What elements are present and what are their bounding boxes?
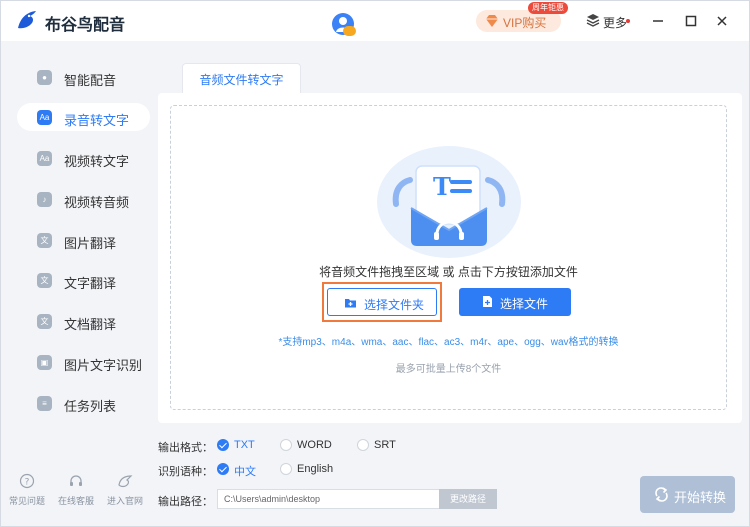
close-icon[interactable] <box>714 13 730 29</box>
sidebar-item-doc-translate[interactable]: 文 文档翻译 <box>17 307 150 335</box>
convert-icon <box>655 487 668 502</box>
sidebar-item-label: 文字翻译 <box>64 276 117 291</box>
output-path-input[interactable] <box>217 489 439 509</box>
svg-text:?: ? <box>25 478 30 488</box>
notification-dot <box>626 19 630 23</box>
app-window: 布谷鸟配音 VIP购买 周年钜惠 更多 ● 智能配音 Aa 录音转文字 Aa 视… <box>0 0 750 527</box>
sidebar-item-smart-dubbing[interactable]: ● 智能配音 <box>17 63 150 91</box>
svg-text:T: T <box>433 172 451 201</box>
video-to-audio-icon: ♪ <box>37 192 52 207</box>
change-path-button[interactable]: 更改路径 <box>439 489 497 509</box>
language-chinese-label: 中文 <box>234 466 256 478</box>
output-format-label: 输出格式： <box>158 442 213 454</box>
folder-plus-icon <box>345 299 356 308</box>
select-folder-label: 选择文件夹 <box>364 298 425 312</box>
task-list-icon: ≡ <box>37 396 52 411</box>
faq-button[interactable]: ? 常见问题 <box>5 473 49 507</box>
more-label: 更多 <box>603 16 628 30</box>
image-translate-icon: 文 <box>37 233 52 248</box>
start-convert-button[interactable]: 开始转换 <box>640 476 735 513</box>
app-title: 布谷鸟配音 <box>45 17 126 34</box>
file-plus-icon <box>483 296 492 307</box>
audio-to-text-icon: Aa <box>37 110 52 125</box>
online-support-label: 在线客服 <box>57 496 94 506</box>
tab-audio-to-text[interactable]: 音频文件转文字 <box>182 63 301 93</box>
sidebar-item-label: 任务列表 <box>64 399 117 414</box>
radio-unchecked-icon <box>280 463 292 475</box>
format-txt-label: TXT <box>234 439 255 451</box>
vip-label: VIP购买 <box>503 16 547 30</box>
sidebar-item-image-translate[interactable]: 文 图片翻译 <box>17 226 150 254</box>
layers-icon <box>586 14 600 27</box>
select-file-button[interactable]: 选择文件 <box>459 288 571 316</box>
sidebar: ● 智能配音 Aa 录音转文字 Aa 视频转文字 ♪ 视频转音频 文 图片翻译 … <box>1 41 151 526</box>
online-support-button[interactable]: 在线客服 <box>54 473 98 507</box>
sidebar-item-label: 视频转文字 <box>64 154 130 169</box>
sidebar-item-text-translate[interactable]: 文 文字翻译 <box>17 266 150 294</box>
question-icon: ? <box>19 473 35 489</box>
sidebar-item-label: 智能配音 <box>64 73 117 88</box>
mic-icon: ● <box>37 70 52 85</box>
doc-translate-icon: 文 <box>37 314 52 329</box>
diamond-icon <box>486 15 498 27</box>
title-bar: 布谷鸟配音 VIP购买 周年钜惠 更多 <box>1 1 749 41</box>
radio-unchecked-icon <box>280 439 292 451</box>
maximize-icon[interactable] <box>683 13 699 29</box>
sidebar-item-label: 图片翻译 <box>64 236 117 251</box>
radio-checked-icon <box>217 439 229 451</box>
language-label: 识别语种： <box>158 466 213 478</box>
sidebar-item-ocr[interactable]: ▣ 图片文字识别 <box>17 348 150 376</box>
svip-badge-icon <box>343 26 356 36</box>
start-convert-label: 开始转换 <box>674 490 727 505</box>
radio-unchecked-icon <box>357 439 369 451</box>
upload-limit-text: 最多可批量上传8个文件 <box>395 364 502 375</box>
format-word-label: WORD <box>297 439 332 451</box>
radio-checked-icon <box>217 463 229 475</box>
bird-logo-icon <box>18 11 36 29</box>
ocr-icon: ▣ <box>37 355 52 370</box>
language-english-label: English <box>297 463 334 475</box>
sidebar-item-task-list[interactable]: ≡ 任务列表 <box>17 389 150 417</box>
sidebar-item-label: 图片文字识别 <box>64 358 143 373</box>
tab-label: 音频文件转文字 <box>199 73 284 87</box>
sidebar-item-video-to-text[interactable]: Aa 视频转文字 <box>17 144 150 172</box>
select-file-label: 选择文件 <box>500 297 549 311</box>
website-label: 进入官网 <box>106 496 143 506</box>
text-translate-icon: 文 <box>37 273 52 288</box>
headset-icon <box>70 475 82 486</box>
minimize-icon[interactable] <box>650 13 666 29</box>
format-srt-label: SRT <box>374 439 396 451</box>
sidebar-item-audio-to-text[interactable]: Aa 录音转文字 <box>17 103 150 131</box>
faq-label: 常见问题 <box>8 496 45 506</box>
sidebar-item-label: 录音转文字 <box>64 113 130 128</box>
website-icon <box>118 475 133 488</box>
supported-formats-text: *支持mp3、m4a、wma、aac、flac、ac3、m4r、ape、ogg、… <box>278 337 619 348</box>
sidebar-item-video-to-audio[interactable]: ♪ 视频转音频 <box>17 185 150 213</box>
vip-promo-badge: 周年钜惠 <box>528 2 568 14</box>
video-to-text-icon: Aa <box>37 151 52 166</box>
output-path-label: 输出路径： <box>158 496 213 508</box>
sidebar-item-label: 视频转音频 <box>64 195 130 210</box>
drop-hint-text: 将音频文件拖拽至区域 或 点击下方按钮添加文件 <box>319 265 578 279</box>
upload-illustration-icon: T <box>377 146 521 258</box>
select-folder-button[interactable]: 选择文件夹 <box>327 288 437 316</box>
sidebar-item-label: 文档翻译 <box>64 317 117 332</box>
website-button[interactable]: 进入官网 <box>103 473 147 507</box>
